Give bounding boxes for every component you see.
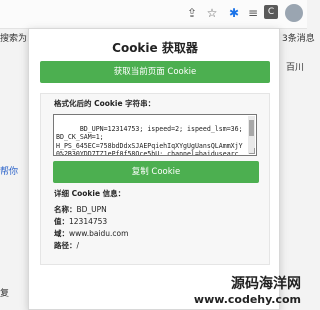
formatted-cookie-label: 格式化后的 Cookie 字符串： bbox=[54, 99, 156, 108]
cookie-panel: 格式化后的 Cookie 字符串： BD_UPN=12314753; ispee… bbox=[40, 93, 270, 265]
detail-path-label: 路径： bbox=[54, 241, 77, 250]
detail-path-value: / bbox=[76, 241, 80, 250]
star-icon[interactable]: ☆ bbox=[204, 5, 220, 21]
background-text: 3条消息 bbox=[282, 34, 315, 44]
copy-cookie-button[interactable]: 复制 Cookie bbox=[53, 161, 259, 183]
detail-domain: 域：www.baidu.com bbox=[54, 228, 128, 239]
share-icon[interactable]: ⇪ bbox=[184, 5, 200, 21]
textarea-scroll-thumb[interactable] bbox=[249, 120, 254, 136]
cookie-string-textarea[interactable]: BD_UPN=12314753; ispeed=2; ispeed_lsm=36… bbox=[53, 114, 257, 156]
browser-toolbar: ⇪ ☆ ✱ ≡ C bbox=[0, 0, 307, 29]
detail-name: 名称：BD_UPN bbox=[54, 204, 107, 215]
watermark-title: 源码海洋网 bbox=[231, 276, 301, 292]
extension-puzzle-icon[interactable]: ✱ bbox=[226, 5, 242, 21]
watermark-url: www.codehy.com bbox=[193, 293, 301, 306]
detail-name-value: BD_UPN bbox=[76, 205, 107, 214]
cookie-popup: Cookie 获取器 获取当前页面 Cookie 格式化后的 Cookie 字符… bbox=[28, 28, 280, 310]
popup-title: Cookie 获取器 bbox=[112, 41, 198, 55]
menu-icon[interactable]: ≡ bbox=[245, 5, 261, 21]
detail-domain-label: 域： bbox=[54, 229, 69, 238]
watermark: 源码海洋网 www.codehy.com bbox=[194, 273, 301, 306]
avatar[interactable] bbox=[285, 4, 303, 22]
detail-value-value: 12314753 bbox=[69, 217, 108, 226]
detail-name-label: 名称： bbox=[54, 205, 77, 214]
detail-path: 路径：/ bbox=[54, 240, 79, 251]
background-text: 百川 bbox=[286, 63, 305, 73]
cookie-string-text: BD_UPN=12314753; ispeed=2; ispeed_lsm=36… bbox=[56, 124, 243, 156]
get-cookie-button[interactable]: 获取当前页面 Cookie bbox=[40, 61, 270, 83]
details-title: 详细 Cookie 信息： bbox=[54, 189, 126, 198]
textarea-resize-handle[interactable] bbox=[249, 148, 255, 154]
detail-value-label: 值： bbox=[54, 217, 69, 226]
cookie-extension-icon[interactable]: C bbox=[264, 5, 278, 19]
detail-domain-value: www.baidu.com bbox=[69, 229, 129, 238]
detail-value: 值：12314753 bbox=[54, 216, 107, 227]
